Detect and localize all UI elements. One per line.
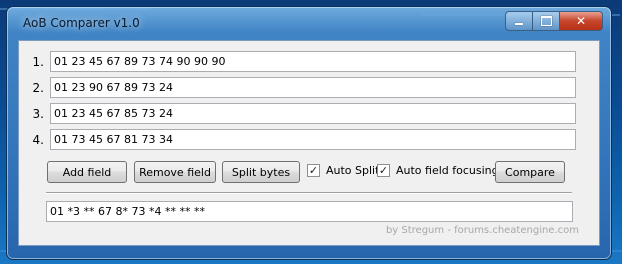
result-field[interactable] <box>46 201 573 222</box>
auto-split-label: Auto Split <box>326 164 380 177</box>
minimize-icon <box>515 23 523 25</box>
auto-field-focusing-checkbox[interactable]: ✓ Auto field focusing <box>377 164 499 177</box>
aob-field-1[interactable] <box>50 51 576 72</box>
field-row: 3. <box>19 103 599 124</box>
aob-field-3[interactable] <box>50 103 576 124</box>
auto-split-checkbox[interactable]: ✓ Auto Split <box>307 164 379 177</box>
title-bar[interactable]: AoB Comparer v1.0 ✕ <box>7 7 611 37</box>
field-number: 1. <box>32 55 44 69</box>
compare-button[interactable]: Compare <box>495 161 565 183</box>
close-icon: ✕ <box>575 14 587 28</box>
field-number: 3. <box>32 107 44 121</box>
checkmark-icon[interactable]: ✓ <box>377 164 390 177</box>
app-window: AoB Comparer v1.0 ✕ 1. 2. 3. 4. <box>6 6 612 260</box>
credit-text: by Stregum - forums.cheatengine.com <box>385 225 579 236</box>
remove-field-button[interactable]: Remove field <box>134 161 216 183</box>
field-row: 2. <box>19 77 599 98</box>
checkmark-icon[interactable]: ✓ <box>307 164 320 177</box>
field-row: 4. <box>19 129 599 150</box>
add-field-button[interactable]: Add field <box>47 161 127 183</box>
split-bytes-button[interactable]: Split bytes <box>222 161 300 183</box>
aob-field-4[interactable] <box>50 129 576 150</box>
maximize-icon <box>540 16 552 26</box>
window-title: AoB Comparer v1.0 <box>23 16 140 30</box>
field-number: 2. <box>32 81 44 95</box>
field-number: 4. <box>32 133 44 147</box>
separator <box>46 192 572 194</box>
caption-buttons: ✕ <box>505 11 603 31</box>
aob-field-2[interactable] <box>50 77 576 98</box>
auto-field-focusing-label: Auto field focusing <box>396 164 499 177</box>
field-row: 1. <box>19 51 599 72</box>
minimize-button[interactable] <box>505 11 533 31</box>
maximize-button[interactable] <box>533 11 560 31</box>
close-button[interactable]: ✕ <box>560 11 603 31</box>
main-panel: 1. 2. 3. 4. Add field Remove field Split… <box>18 40 600 246</box>
